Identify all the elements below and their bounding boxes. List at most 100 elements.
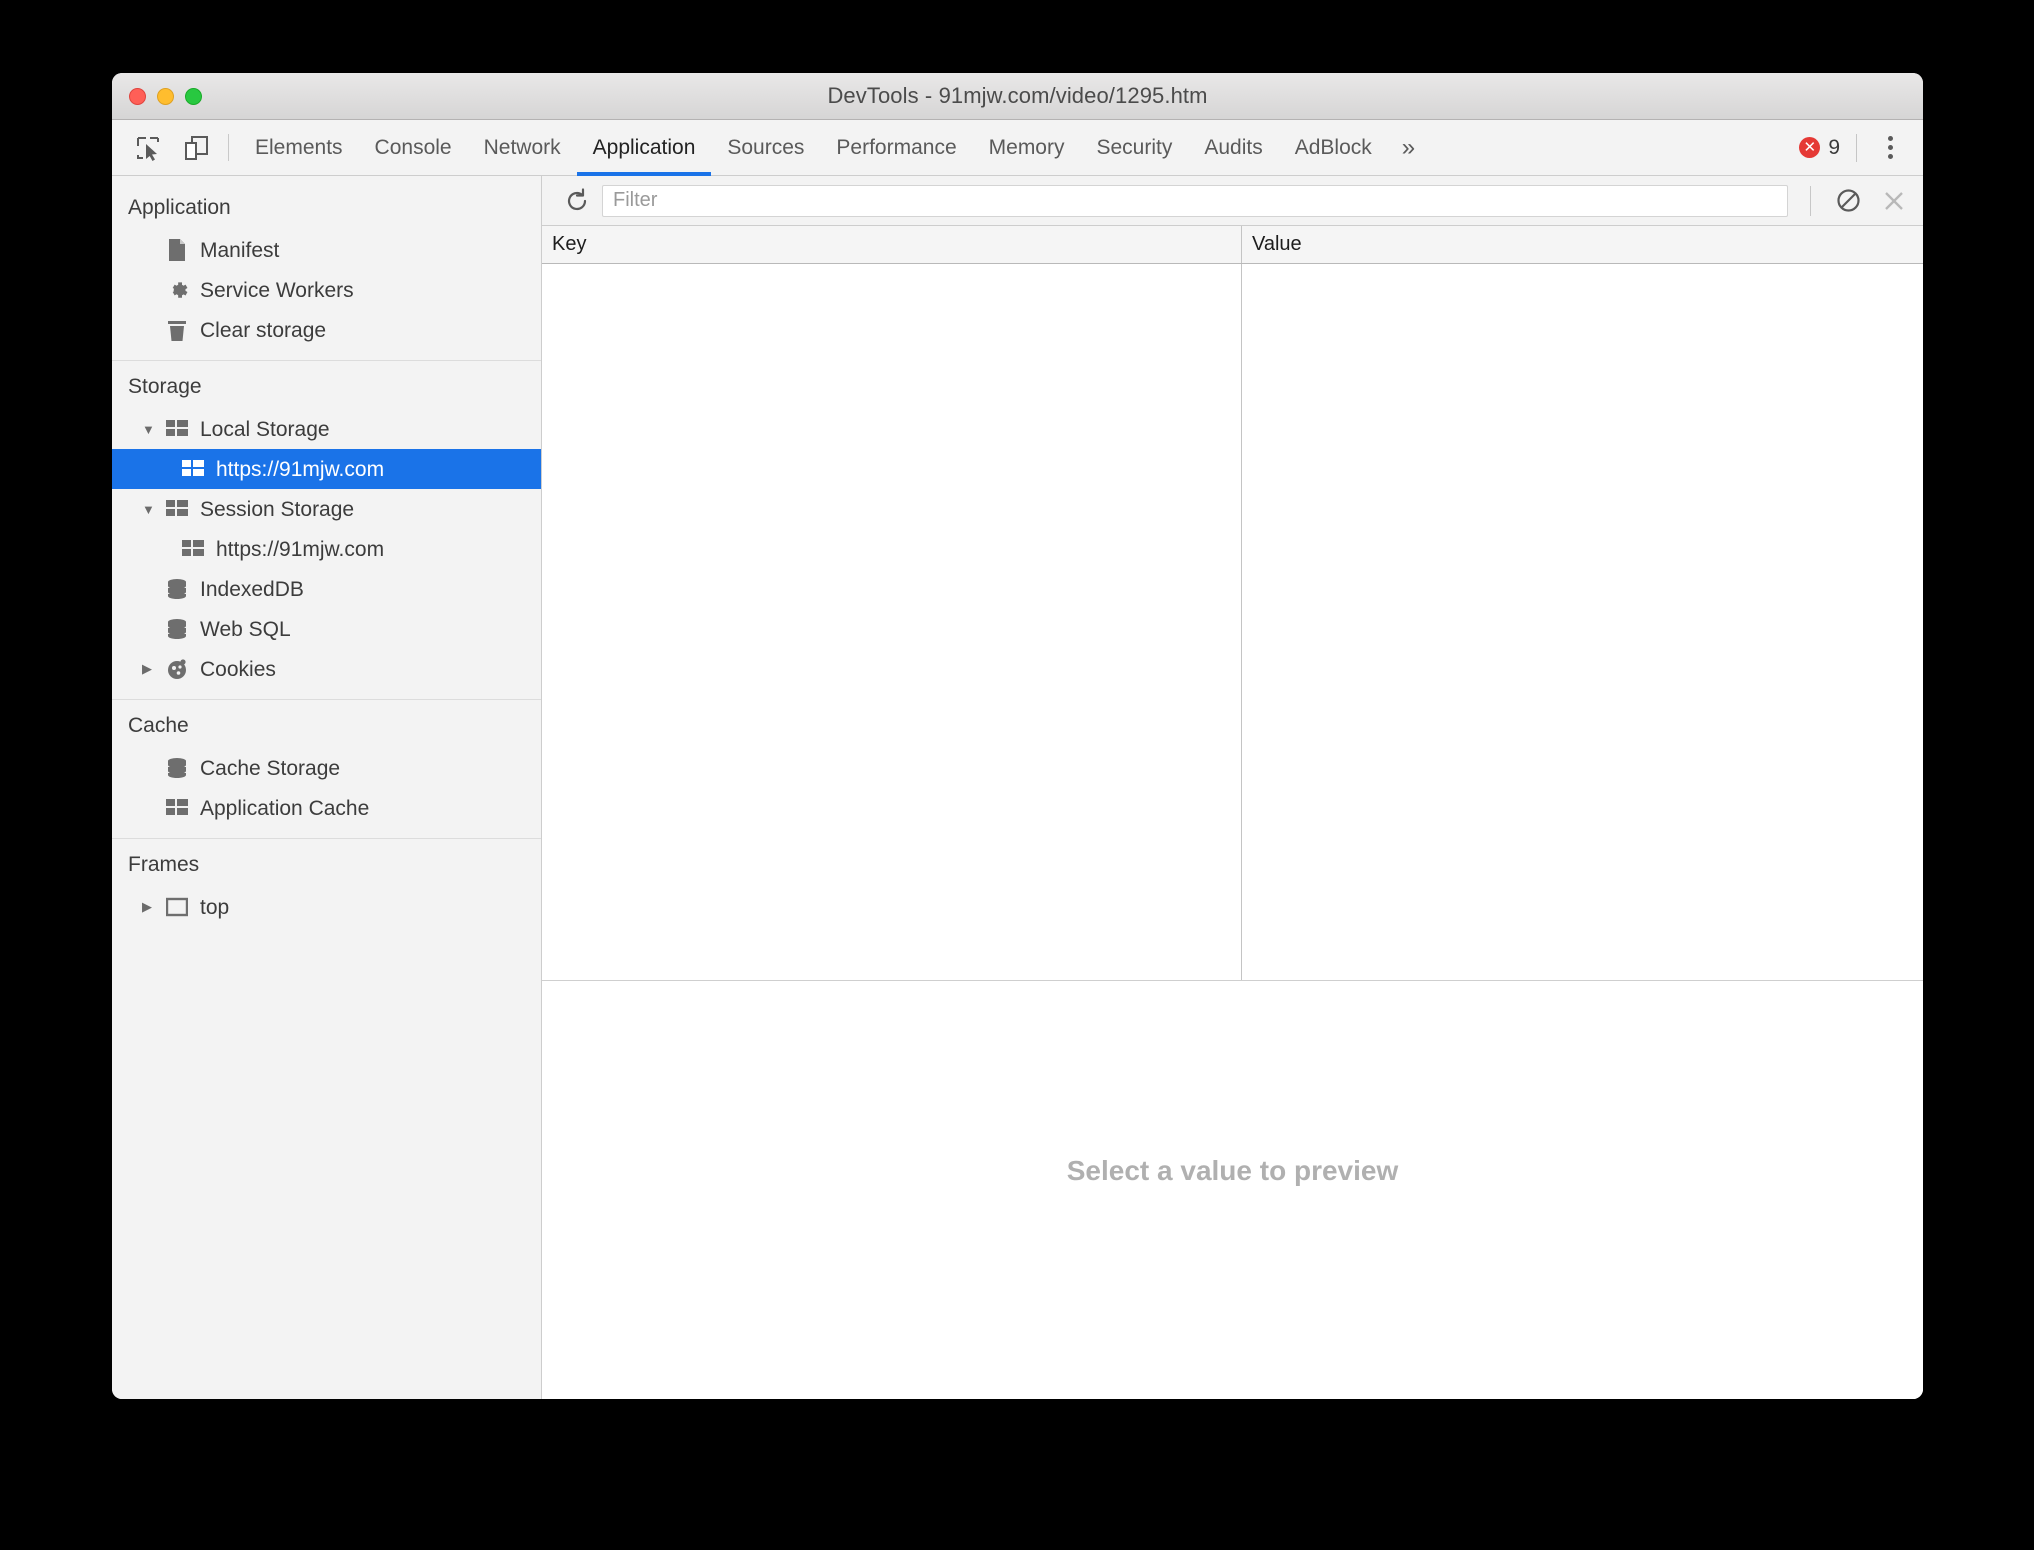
chevron-right-icon[interactable]: ▶	[142, 899, 162, 915]
column-header-value[interactable]: Value	[1242, 226, 1923, 263]
tab-sources[interactable]: Sources	[711, 120, 820, 175]
close-button[interactable]	[129, 87, 146, 105]
more-tabs-icon[interactable]: »	[1388, 120, 1429, 175]
column-header-key[interactable]: Key	[542, 226, 1242, 263]
sidebar-item-session-storage-origin[interactable]: https://91mjw.com	[112, 529, 541, 569]
sidebar-item-label: https://91mjw.com	[216, 537, 385, 561]
sidebar-item-label: Session Storage	[200, 497, 355, 521]
sidebar-item-top-frame[interactable]: ▶ top	[112, 887, 541, 927]
sidebar-section-title: Cache	[128, 714, 189, 737]
right-divider	[1856, 133, 1857, 162]
refresh-icon[interactable]	[560, 184, 594, 218]
sidebar-item-manifest[interactable]: Manifest	[112, 230, 541, 270]
chevron-down-icon[interactable]: ▼	[142, 422, 162, 437]
tab-label: Sources	[727, 135, 805, 159]
sidebar-section-title: Application	[128, 196, 231, 219]
sidebar-section-cache: Cache Cache Storage Application Cache	[112, 700, 541, 839]
window-title: DevTools - 91mjw.com/video/1295.htm	[827, 83, 1208, 108]
delete-x-icon[interactable]	[1875, 182, 1913, 220]
tab-performance[interactable]: Performance	[820, 120, 972, 175]
database-icon	[162, 757, 192, 779]
sidebar-item-label: https://91mjw.com	[216, 457, 385, 481]
window-controls	[129, 87, 202, 105]
devtools-tab-bar: Elements Console Network Application Sou…	[112, 120, 1923, 176]
storage-table-body[interactable]	[542, 264, 1923, 981]
zoom-button[interactable]	[185, 87, 202, 105]
table-column-value	[1242, 264, 1923, 980]
error-circle-icon: ✕	[1799, 137, 1821, 158]
sidebar-item-label: Clear storage	[200, 318, 327, 342]
sidebar-item-cache-storage[interactable]: Cache Storage	[112, 748, 541, 788]
sidebar-item-label: Cookies	[200, 657, 276, 681]
sidebar-item-label: Application Cache	[200, 796, 370, 820]
frame-icon	[162, 897, 192, 917]
trash-icon	[162, 319, 192, 342]
table-grid-icon	[178, 460, 208, 478]
sidebar-item-indexeddb[interactable]: IndexedDB	[112, 569, 541, 609]
sidebar-item-application-cache[interactable]: Application Cache	[112, 788, 541, 828]
minimize-button[interactable]	[157, 87, 174, 105]
chevron-down-icon[interactable]: ▼	[142, 502, 162, 517]
tab-application[interactable]: Application	[576, 120, 712, 176]
panel-tabs: Elements Console Network Application Sou…	[239, 120, 1799, 176]
tab-adblock[interactable]: AdBlock	[1279, 120, 1388, 175]
tab-network[interactable]: Network	[468, 120, 577, 175]
tab-label: AdBlock	[1294, 135, 1372, 159]
application-sidebar: Application Manifest Service Workers Cle…	[112, 176, 542, 1399]
sidebar-item-label: Web SQL	[200, 617, 291, 641]
clear-all-circle-slash-icon[interactable]	[1829, 182, 1867, 220]
sidebar-item-label: Cache Storage	[200, 756, 341, 780]
more-tabs-glyph: »	[1401, 133, 1416, 161]
storage-toolbar	[542, 176, 1923, 226]
database-icon	[162, 618, 192, 640]
tab-elements[interactable]: Elements	[239, 120, 359, 175]
tab-audits[interactable]: Audits	[1188, 120, 1278, 175]
devtools-window: DevTools - 91mjw.com/video/1295.htm Elem…	[112, 73, 1923, 1399]
preview-empty-message: Select a value to preview	[1066, 1155, 1399, 1186]
tab-bar-right-controls: ✕ 9	[1799, 120, 1923, 175]
table-grid-icon	[162, 500, 192, 518]
sidebar-section-frames: Frames ▶ top	[112, 839, 541, 937]
sidebar-item-label: Local Storage	[200, 417, 330, 441]
kebab-menu-icon[interactable]	[1873, 131, 1907, 165]
sidebar-item-label: top	[200, 895, 230, 919]
tab-label: Security	[1096, 135, 1173, 159]
filter-input[interactable]	[602, 184, 1788, 217]
tab-label: Elements	[255, 135, 343, 159]
device-toolbar-icon[interactable]	[178, 130, 214, 166]
inspect-element-icon[interactable]	[130, 130, 166, 166]
sidebar-item-label: IndexedDB	[200, 577, 304, 601]
sidebar-item-local-storage[interactable]: ▼ Local Storage	[112, 409, 541, 449]
database-icon	[162, 578, 192, 600]
tab-label: Application	[592, 135, 696, 159]
sidebar-item-label: Manifest	[200, 238, 280, 262]
sidebar-section-storage: Storage ▼ Local Storage https://91mjw.co…	[112, 361, 541, 700]
chevron-right-icon[interactable]: ▶	[142, 661, 162, 677]
sidebar-item-service-workers[interactable]: Service Workers	[112, 270, 541, 310]
sidebar-item-cookies[interactable]: ▶ Cookies	[112, 649, 541, 689]
tab-console[interactable]: Console	[359, 120, 468, 175]
error-count-badge[interactable]: ✕ 9	[1799, 136, 1854, 160]
tab-label: Audits	[1204, 135, 1263, 159]
sidebar-section-application: Application Manifest Service Workers Cle…	[112, 182, 541, 361]
document-icon	[162, 238, 192, 262]
error-count-label: 9	[1828, 135, 1840, 159]
sidebar-item-local-storage-origin[interactable]: https://91mjw.com	[112, 449, 541, 489]
sidebar-item-session-storage[interactable]: ▼ Session Storage	[112, 489, 541, 529]
tab-memory[interactable]: Memory	[973, 120, 1081, 175]
gear-icon	[162, 279, 192, 302]
table-grid-icon	[178, 540, 208, 558]
toolbar-divider	[228, 134, 229, 161]
tab-label: Performance	[836, 135, 957, 159]
title-bar: DevTools - 91mjw.com/video/1295.htm	[112, 73, 1923, 120]
sidebar-item-clear-storage[interactable]: Clear storage	[112, 310, 541, 350]
storage-table-header: Key Value	[542, 226, 1923, 264]
sidebar-item-web-sql[interactable]: Web SQL	[112, 609, 541, 649]
toolbar-divider	[1810, 185, 1811, 216]
value-preview-panel: Select a value to preview	[542, 981, 1923, 1399]
cookie-icon	[162, 658, 192, 680]
sidebar-section-title: Storage	[128, 375, 202, 398]
table-column-key	[542, 264, 1242, 980]
tab-security[interactable]: Security	[1080, 120, 1188, 175]
sidebar-section-title: Frames	[128, 853, 200, 876]
